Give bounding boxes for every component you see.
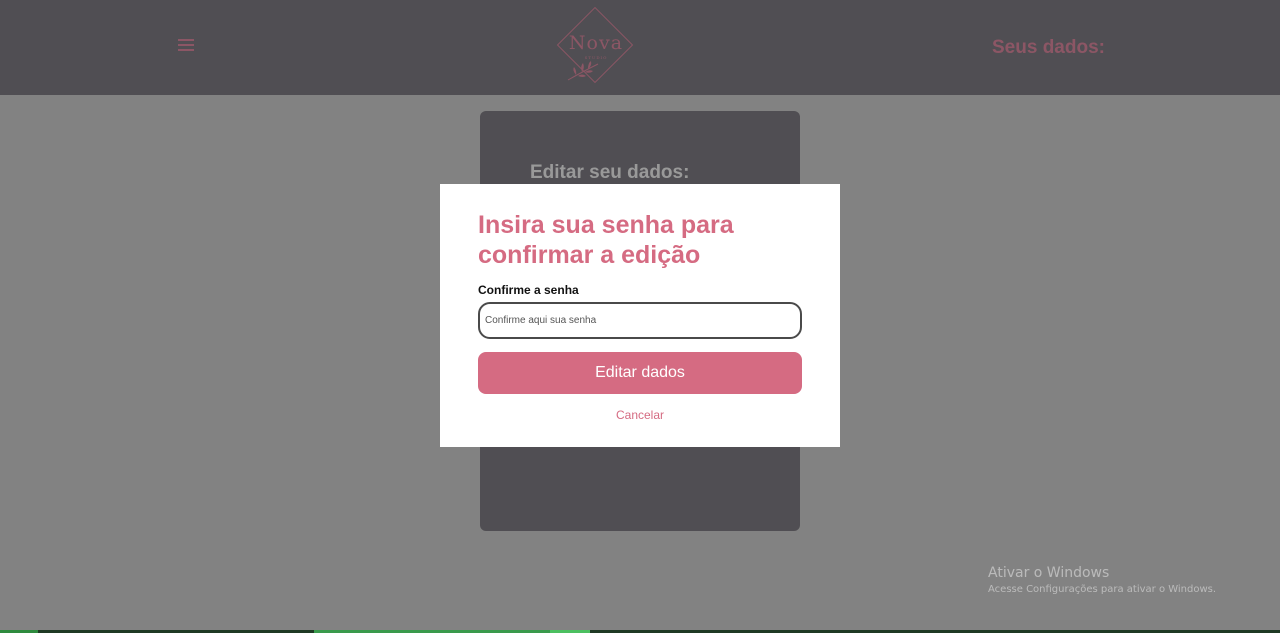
- cancel-link[interactable]: Cancelar: [440, 408, 840, 422]
- password-field-label: Confirme a senha: [478, 283, 579, 297]
- modal-title: Insira sua senha para confirmar a edição: [478, 211, 734, 269]
- watermark-subtitle: Acesse Configurações para ativar o Windo…: [988, 584, 1217, 595]
- windows-activation-watermark: Ativar o Windows Acesse Configurações pa…: [988, 565, 1216, 595]
- password-confirm-modal: Insira sua senha para confirmar a edição…: [440, 184, 840, 447]
- password-confirm-input[interactable]: [478, 302, 802, 339]
- watermark-title: Ativar o Windows: [988, 565, 1110, 581]
- edit-data-button[interactable]: Editar dados: [478, 352, 802, 394]
